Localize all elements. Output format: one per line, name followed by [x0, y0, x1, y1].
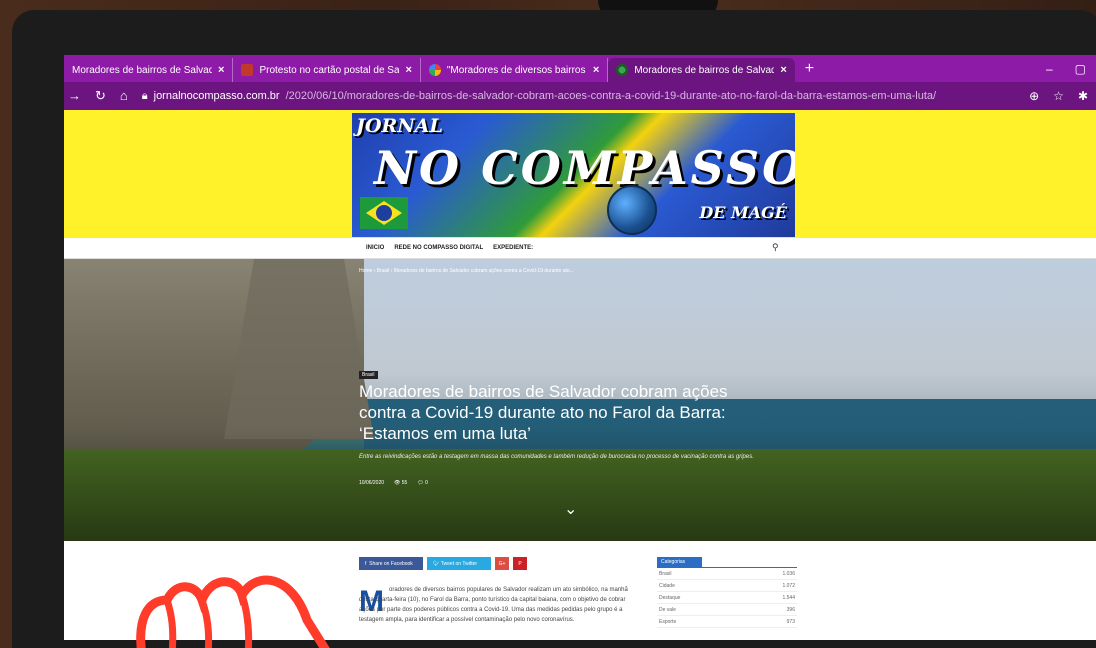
- tab-title: "Moradores de diversos bairros p: [446, 64, 587, 76]
- tab-favicon-icon: [241, 64, 254, 76]
- tab-1[interactable]: Moradores de bairros de Salvado ×: [64, 58, 234, 82]
- tab-2[interactable]: Protesto no cartão postal de Sal ×: [233, 58, 421, 82]
- hero-image: Home › Brasil › Moradores de bairros de …: [64, 259, 1096, 541]
- article-paragraph: oradores de diversos bairros populares d…: [359, 587, 628, 623]
- tab-3[interactable]: "Moradores de diversos bairros p ×: [421, 58, 609, 82]
- menu-item-rede[interactable]: REDE NO COMPASSO DIGITAL: [394, 245, 483, 251]
- restore-button[interactable]: ▢: [1075, 62, 1086, 76]
- header-banner: JORNAL NO COMPASSO DE MAGÉ: [64, 110, 1096, 238]
- close-tab-icon[interactable]: ×: [780, 64, 786, 76]
- share-buttons: f Share on Facebook 🐦︎ Tweet on Twitter …: [359, 557, 527, 570]
- logo-main: NO COMPASSO: [374, 141, 795, 195]
- category-badge[interactable]: Brasil: [359, 371, 378, 379]
- share-twitter-button[interactable]: 🐦︎ Tweet on Twitter: [427, 557, 491, 570]
- tab-bar: Moradores de bairros de Salvado × Protes…: [64, 55, 1096, 82]
- categories-widget: Categorias Brasil 1.036 Cidade 1.072 Desta…: [657, 557, 797, 628]
- new-tab-button[interactable]: +: [795, 60, 824, 82]
- home-icon[interactable]: ⌂: [120, 88, 128, 104]
- article-meta: 10/06/2020 👁︎ 55 💬︎ 0: [359, 480, 428, 486]
- brazil-flag-icon: [360, 197, 408, 229]
- comments-count: 💬︎ 0: [417, 480, 428, 486]
- menu-item-inicio[interactable]: INICIO: [366, 245, 384, 251]
- close-tab-icon[interactable]: ×: [593, 64, 599, 76]
- share-gplus-button[interactable]: G+: [495, 557, 509, 570]
- category-row[interactable]: Esporte 973: [657, 616, 797, 628]
- chevron-down-icon[interactable]: ⌄: [564, 499, 577, 519]
- globe-icon: [607, 185, 657, 235]
- tab-title: Moradores de bairros de Salvado: [634, 64, 775, 76]
- article-subtitle: Entre as reivindicações estão a testagem…: [359, 454, 754, 460]
- minimize-button[interactable]: –: [1046, 62, 1053, 76]
- extensions-icon[interactable]: ✱: [1078, 89, 1088, 103]
- close-tab-icon[interactable]: ×: [405, 64, 411, 76]
- url-path: /2020/06/10/moradores-de-bairros-de-salv…: [285, 90, 937, 102]
- google-icon: [428, 64, 441, 76]
- browser-window: Moradores de bairros de Salvado × Protes…: [64, 55, 1096, 640]
- tab-active[interactable]: Moradores de bairros de Salvado ×: [608, 58, 795, 82]
- category-row[interactable]: Cidade 1.072: [657, 580, 797, 592]
- logo-jornal: JORNAL: [356, 115, 443, 137]
- close-tab-icon[interactable]: ×: [218, 64, 224, 76]
- site-favicon-icon: [616, 64, 629, 76]
- bookmark-star-icon[interactable]: ☆: [1053, 89, 1064, 103]
- site-logo[interactable]: JORNAL NO COMPASSO DE MAGÉ: [352, 113, 795, 237]
- main-menu: INICIO REDE NO COMPASSO DIGITAL EXPEDIEN…: [64, 238, 1096, 259]
- lock-icon: 🔒︎: [141, 89, 148, 102]
- category-row[interactable]: Destaque 1.544: [657, 592, 797, 604]
- article-date: 10/06/2020: [359, 480, 385, 486]
- url-host: jornalnocompasso.com.br: [153, 90, 280, 102]
- reload-icon[interactable]: ↻: [95, 88, 106, 104]
- tab-title: Moradores de bairros de Salvado: [72, 64, 212, 76]
- share-pinterest-button[interactable]: P: [513, 557, 527, 570]
- zoom-icon[interactable]: ⊕: [1029, 89, 1039, 103]
- article-title: Moradores de bairros de Salvador cobram …: [359, 382, 728, 443]
- forward-icon[interactable]: →: [68, 88, 81, 104]
- views-count: 👁︎ 55: [394, 480, 408, 486]
- search-icon[interactable]: ⚲: [772, 242, 779, 253]
- category-row[interactable]: De vale 396: [657, 604, 797, 616]
- widget-heading: Categorias: [657, 557, 702, 567]
- address-toolbar: → ↻ ⌂ 🔒︎ jornalnocompasso.com.br/2020/06…: [64, 82, 1096, 110]
- address-bar[interactable]: 🔒︎ jornalnocompasso.com.br/2020/06/10/mo…: [142, 90, 1021, 103]
- tab-title: Protesto no cartão postal de Sal: [259, 64, 400, 76]
- menu-item-expediente[interactable]: EXPEDIENTE:: [493, 245, 533, 251]
- share-facebook-button[interactable]: f Share on Facebook: [359, 557, 423, 570]
- pointing-hand-icon: [136, 575, 330, 648]
- breadcrumb[interactable]: Home › Brasil › Moradores de bairros de …: [359, 268, 574, 274]
- logo-sub: DE MAGÉ: [699, 203, 787, 222]
- category-row[interactable]: Brasil 1.036: [657, 568, 797, 580]
